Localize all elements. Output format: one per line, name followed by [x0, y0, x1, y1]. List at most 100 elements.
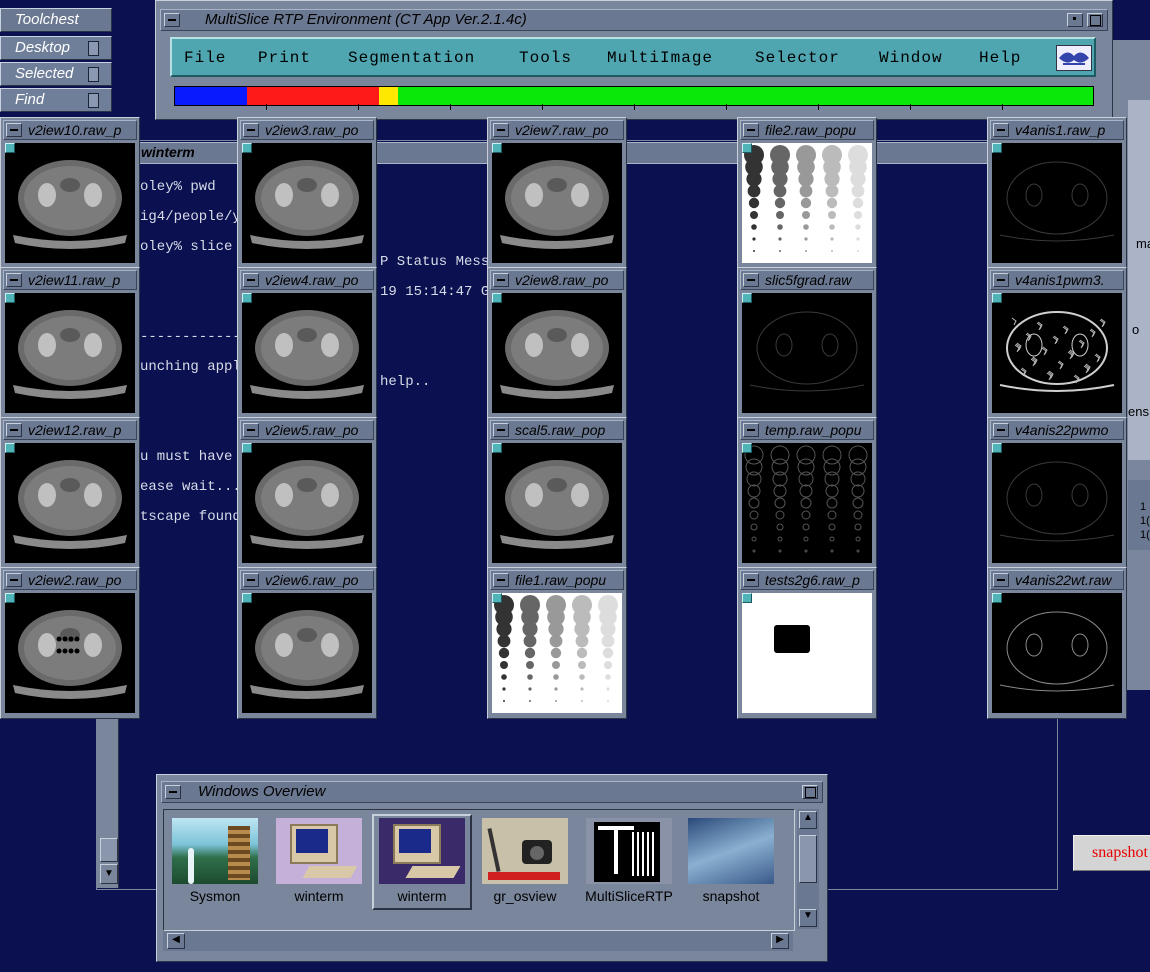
window-menu-button[interactable]: [743, 573, 759, 587]
image-window-titlebar[interactable]: file2.raw_popu: [740, 120, 874, 140]
window-menu-button[interactable]: [6, 573, 22, 587]
resize-corner-icon[interactable]: [492, 443, 502, 453]
toolchest-title[interactable]: Toolchest: [0, 8, 112, 32]
image-view[interactable]: [992, 593, 1122, 713]
image-view[interactable]: [5, 593, 135, 713]
image-window[interactable]: v2iew7.raw_po: [487, 117, 627, 269]
image-window-titlebar[interactable]: v2iew10.raw_p: [3, 120, 137, 140]
resize-corner-icon[interactable]: [5, 143, 15, 153]
image-window[interactable]: v4anis22wt.raw: [987, 567, 1127, 719]
overview-item-winterm-selected[interactable]: winterm: [372, 814, 472, 910]
menu-print[interactable]: Print: [258, 49, 311, 67]
window-menu-button[interactable]: [243, 123, 259, 137]
image-window[interactable]: scal5.raw_pop: [487, 417, 627, 569]
image-window[interactable]: v4anis1.raw_p: [987, 117, 1127, 269]
window-menu-button[interactable]: [993, 423, 1009, 437]
image-window-titlebar[interactable]: v2iew11.raw_p: [3, 270, 137, 290]
scroll-thumb[interactable]: [799, 835, 817, 883]
window-menu-button[interactable]: [493, 573, 509, 587]
maximize-button[interactable]: [1087, 13, 1103, 27]
window-menu-button[interactable]: [6, 123, 22, 137]
scroll-up-arrow[interactable]: ▲: [799, 811, 817, 829]
minimize-button[interactable]: [1067, 13, 1083, 27]
resize-corner-icon[interactable]: [742, 443, 752, 453]
resize-corner-icon[interactable]: [5, 293, 15, 303]
toolchest-item-find[interactable]: Find: [0, 88, 112, 112]
image-window-titlebar[interactable]: v4anis1pwm3.: [990, 270, 1124, 290]
window-menu-button[interactable]: [743, 273, 759, 287]
toolchest-item-selected[interactable]: Selected: [0, 62, 112, 86]
image-view[interactable]: [742, 143, 872, 263]
image-window[interactable]: v2iew10.raw_p: [0, 117, 140, 269]
window-menu-button[interactable]: [743, 423, 759, 437]
image-view[interactable]: [992, 143, 1122, 263]
image-view[interactable]: [492, 143, 622, 263]
window-menu-button[interactable]: [993, 273, 1009, 287]
image-window-titlebar[interactable]: v2iew6.raw_po: [240, 570, 374, 590]
image-window-titlebar[interactable]: v4anis22pwmo: [990, 420, 1124, 440]
overview-item-sysmon[interactable]: Sysmon: [166, 818, 264, 904]
image-view[interactable]: [5, 443, 135, 563]
multislice-titlebar[interactable]: MultiSlice RTP Environment (CT App Ver.2…: [160, 9, 1108, 31]
resize-corner-icon[interactable]: [742, 143, 752, 153]
image-window-titlebar[interactable]: temp.raw_popu: [740, 420, 874, 440]
overview-item-gr-osview[interactable]: gr_osview: [476, 818, 574, 904]
image-window[interactable]: v2iew8.raw_po: [487, 267, 627, 419]
image-window-titlebar[interactable]: v2iew4.raw_po: [240, 270, 374, 290]
menu-help[interactable]: Help: [979, 49, 1021, 67]
image-view[interactable]: [242, 443, 372, 563]
window-menu-button[interactable]: [243, 273, 259, 287]
window-menu-button[interactable]: [165, 785, 181, 799]
menu-segmentation[interactable]: Segmentation: [348, 49, 475, 67]
image-window[interactable]: v2iew2.raw_po: [0, 567, 140, 719]
toolchest-item-desktop[interactable]: Desktop: [0, 36, 112, 60]
resize-corner-icon[interactable]: [492, 143, 502, 153]
image-window[interactable]: v2iew12.raw_p: [0, 417, 140, 569]
window-menu-button[interactable]: [243, 573, 259, 587]
menu-file[interactable]: File: [184, 49, 226, 67]
resize-corner-icon[interactable]: [992, 443, 1002, 453]
image-window[interactable]: v2iew4.raw_po: [237, 267, 377, 419]
image-window-titlebar[interactable]: slic5fgrad.raw: [740, 270, 874, 290]
image-window-titlebar[interactable]: v2iew7.raw_po: [490, 120, 624, 140]
image-window[interactable]: v2iew11.raw_p: [0, 267, 140, 419]
resize-corner-icon[interactable]: [992, 143, 1002, 153]
resize-corner-icon[interactable]: [742, 593, 752, 603]
menu-tools[interactable]: Tools: [519, 49, 572, 67]
window-menu-button[interactable]: [743, 123, 759, 137]
image-window-titlebar[interactable]: v2iew3.raw_po: [240, 120, 374, 140]
image-view[interactable]: [5, 293, 135, 413]
image-view[interactable]: [242, 593, 372, 713]
overview-vscrollbar[interactable]: ▲ ▼: [797, 809, 819, 929]
image-view[interactable]: [742, 293, 872, 413]
snapshot-button[interactable]: snapshot: [1073, 835, 1150, 871]
image-view[interactable]: [742, 593, 872, 713]
image-window-titlebar[interactable]: tests2g6.raw_p: [740, 570, 874, 590]
menu-multiimage[interactable]: MultiImage: [607, 49, 713, 67]
image-window[interactable]: file2.raw_popu: [737, 117, 877, 269]
window-menu-button[interactable]: [164, 13, 180, 27]
image-view[interactable]: [742, 443, 872, 563]
overview-item-winterm[interactable]: winterm: [270, 818, 368, 904]
windows-overview-titlebar[interactable]: Windows Overview: [161, 781, 823, 803]
image-window[interactable]: temp.raw_popu: [737, 417, 877, 569]
resize-corner-icon[interactable]: [742, 293, 752, 303]
menu-selector[interactable]: Selector: [755, 49, 840, 67]
resize-corner-icon[interactable]: [5, 593, 15, 603]
image-window[interactable]: tests2g6.raw_p: [737, 567, 877, 719]
scroll-down-arrow[interactable]: ▼: [799, 909, 817, 927]
overview-hscrollbar[interactable]: ◀ ▶: [163, 931, 793, 951]
image-view[interactable]: [242, 143, 372, 263]
window-menu-button[interactable]: [993, 123, 1009, 137]
window-menu-button[interactable]: [6, 423, 22, 437]
image-window[interactable]: file1.raw_popu: [487, 567, 627, 719]
scroll-left-arrow[interactable]: ◀: [167, 933, 185, 949]
image-window[interactable]: v4anis22pwmo: [987, 417, 1127, 569]
resize-corner-icon[interactable]: [492, 293, 502, 303]
image-window[interactable]: v2iew5.raw_po: [237, 417, 377, 569]
image-window-titlebar[interactable]: v2iew2.raw_po: [3, 570, 137, 590]
menu-window[interactable]: Window: [879, 49, 943, 67]
image-window-titlebar[interactable]: file1.raw_popu: [490, 570, 624, 590]
window-menu-button[interactable]: [493, 273, 509, 287]
window-menu-button[interactable]: [243, 423, 259, 437]
